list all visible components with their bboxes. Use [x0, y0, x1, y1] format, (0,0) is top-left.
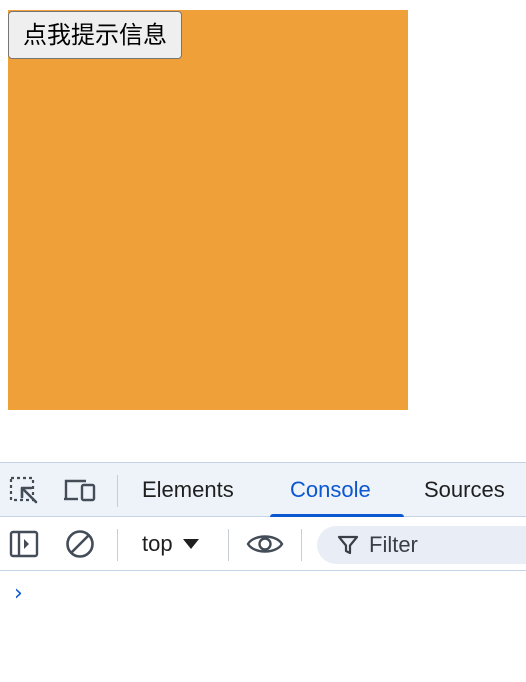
devtools-panel: Elements Console Sources top Filter ›	[0, 462, 526, 682]
console-toolbar: top Filter	[0, 517, 526, 571]
toolbar-divider	[117, 475, 118, 507]
filter-icon	[337, 534, 359, 556]
live-expression-icon[interactable]	[246, 529, 284, 559]
toolbar-divider	[117, 529, 118, 561]
filter-placeholder: Filter	[369, 532, 418, 557]
chevron-down-icon	[182, 539, 199, 549]
tab-console[interactable]: Console	[290, 463, 371, 517]
show-message-button[interactable]: 点我提示信息	[8, 11, 182, 59]
console-sidebar-icon[interactable]	[8, 529, 40, 559]
toolbar-divider	[228, 529, 229, 561]
tab-elements[interactable]: Elements	[142, 463, 234, 517]
toolbar-divider	[301, 529, 302, 561]
context-label: top	[142, 531, 173, 556]
devtools-tabbar: Elements Console Sources	[0, 463, 526, 518]
page: 点我提示信息 Elements Console Sources top Filt…	[0, 0, 526, 682]
orange-box	[8, 10, 408, 410]
tab-sources[interactable]: Sources	[424, 463, 505, 517]
filter-input[interactable]: Filter	[317, 526, 526, 564]
console-prompt-icon: ›	[14, 581, 23, 606]
inspect-element-icon[interactable]	[8, 475, 40, 505]
console-output[interactable]: ›	[0, 571, 526, 681]
clear-console-icon[interactable]	[64, 529, 96, 559]
device-toolbar-icon[interactable]	[62, 475, 98, 505]
context-selector[interactable]: top	[142, 517, 199, 571]
